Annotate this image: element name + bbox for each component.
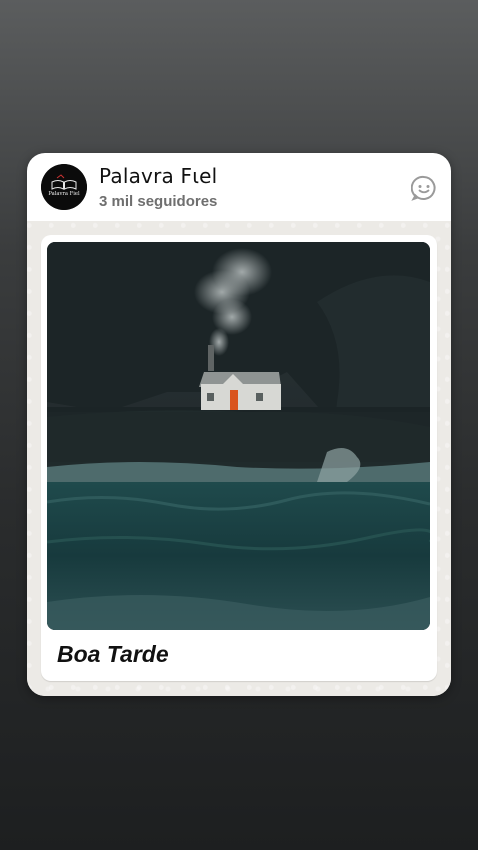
- chat-background: Boa Tarde: [27, 221, 451, 696]
- message-caption: Boa Tarde: [57, 641, 169, 667]
- house-on-cliff-photo: [47, 242, 430, 630]
- book-logo-icon: Palavra Fiel: [41, 164, 87, 210]
- avatar[interactable]: Palavra Fiel: [41, 164, 87, 210]
- avatar-text: Palavra Fiel: [48, 191, 80, 197]
- channel-post-card: Palavra Fiel Palavra Fιel 3 mil seguidor…: [27, 153, 451, 696]
- channel-name[interactable]: Palavra Fιel: [99, 164, 217, 188]
- emoji-react-icon[interactable]: [411, 175, 437, 201]
- message-bubble[interactable]: Boa Tarde: [41, 235, 437, 681]
- message-image[interactable]: [47, 242, 430, 630]
- channel-header[interactable]: Palavra Fiel Palavra Fιel 3 mil seguidor…: [27, 153, 451, 221]
- followers-count: 3 mil seguidores: [99, 193, 218, 210]
